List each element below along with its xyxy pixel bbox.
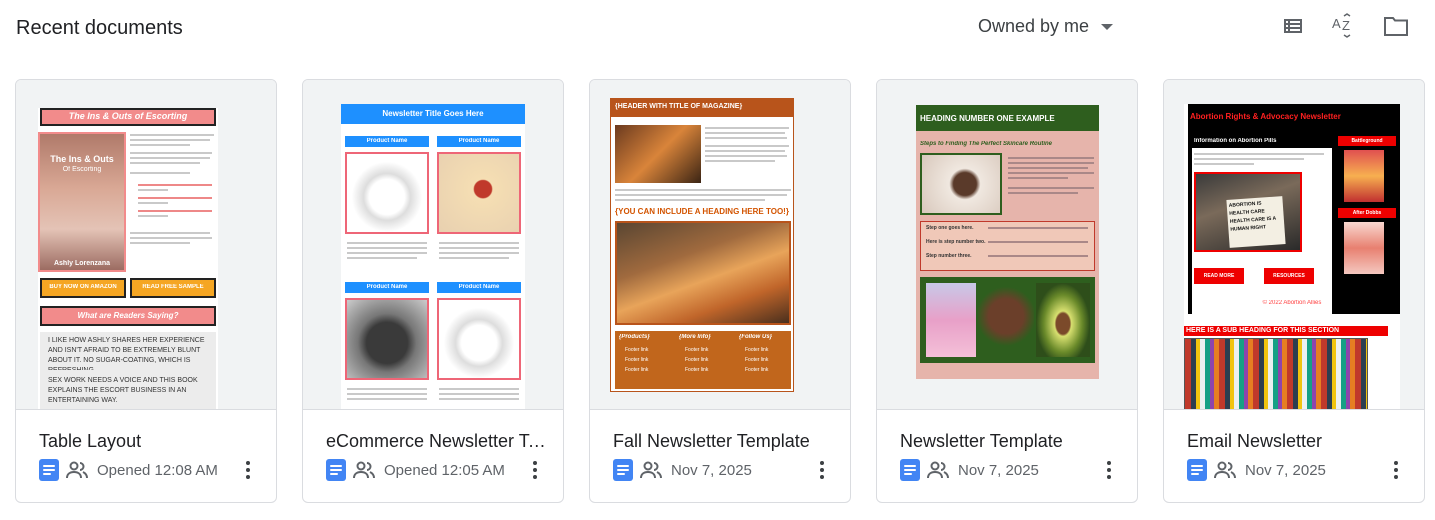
document-thumbnail: Abortion Rights & Advocacy Newsletter In… — [1164, 80, 1424, 410]
document-thumbnail: Newsletter Title Goes Here Product Name … — [303, 80, 563, 410]
thumb-section: What are Readers Saying? — [77, 311, 179, 320]
svg-text:Z: Z — [1342, 18, 1350, 33]
thumb-side-heading: Battleground — [1351, 138, 1383, 144]
document-title: eCommerce Newsletter Template — [326, 431, 554, 451]
more-vert-icon — [1107, 461, 1111, 465]
document-thumbnail: {HEADER WITH TITLE OF MAGAZINE} {YOU CAN… — [590, 80, 850, 410]
more-vert-icon — [533, 461, 537, 465]
thumb-step: Step one goes here. — [926, 225, 974, 231]
thumb-button-1: READ MORE — [1203, 273, 1235, 279]
google-docs-icon — [900, 459, 920, 481]
thumb-title: The Ins & Outs of Escorting — [68, 111, 188, 121]
thumb-footer-link: Footer link — [685, 357, 709, 363]
thumb-button-1: BUY NOW ON AMAZON — [49, 284, 117, 290]
shared-people-icon — [640, 461, 662, 479]
document-title: Fall Newsletter Template — [613, 431, 810, 451]
more-options-button[interactable] — [810, 458, 834, 482]
document-thumbnail: The Ins & Outs of Escorting The Ins & Ou… — [16, 80, 276, 410]
folder-icon — [1384, 17, 1408, 36]
thumb-title: HEADING NUMBER ONE EXAMPLE — [920, 114, 1055, 123]
dropdown-arrow-icon — [1101, 24, 1114, 30]
list-view-button[interactable] — [1279, 12, 1307, 40]
thumb-subheading: {YOU CAN INCLUDE A HEADING HERE TOO!} — [615, 207, 789, 216]
thumb-subheading: HERE IS A SUB HEADING FOR THIS SECTION — [1186, 327, 1340, 334]
owner-filter-dropdown[interactable]: Owned by me — [978, 14, 1114, 38]
thumb-button-2: RESOURCES — [1273, 273, 1305, 279]
list-view-icon — [1284, 19, 1302, 33]
google-docs-icon — [1187, 459, 1207, 481]
google-docs-icon — [39, 459, 59, 481]
thumb-footer-link: Footer link — [625, 347, 649, 353]
thumb-title: Newsletter Title Goes Here — [382, 109, 484, 118]
thumb-side-heading: After Dobbs — [1352, 210, 1382, 216]
thumb-product-label: Product Name — [366, 284, 408, 290]
more-options-button[interactable] — [1097, 458, 1121, 482]
thumb-sign-text: ABORTION IS HEALTH CARE HEALTH CARE IS A… — [1226, 196, 1286, 248]
thumb-footer-link: Footer link — [625, 367, 649, 373]
document-title: Newsletter Template — [900, 431, 1063, 451]
thumb-footer-link: Footer link — [745, 357, 769, 363]
document-card[interactable]: Newsletter Title Goes Here Product Name … — [302, 79, 564, 503]
thumb-footer-col: {More Info} — [679, 334, 711, 340]
thumb-product-label: Product Name — [458, 284, 500, 290]
document-date: Nov 7, 2025 — [671, 461, 752, 479]
google-docs-icon — [613, 459, 633, 481]
sort-az-icon: A Z — [1332, 13, 1351, 38]
document-title: Table Layout — [39, 431, 142, 451]
document-thumbnail: HEADING NUMBER ONE EXAMPLE Steps to Find… — [877, 80, 1137, 410]
document-opened-time: Opened 12:05 AM — [384, 461, 505, 479]
document-opened-time: Opened 12:08 AM — [97, 461, 218, 479]
thumb-book-title: The Ins & Outs — [50, 154, 114, 164]
thumb-footer-link: Footer link — [685, 347, 709, 353]
document-card[interactable]: {HEADER WITH TITLE OF MAGAZINE} {YOU CAN… — [589, 79, 851, 503]
document-title: Email Newsletter — [1187, 431, 1323, 451]
folder-button[interactable] — [1382, 12, 1410, 40]
svg-text:A: A — [1332, 16, 1341, 31]
thumb-title: {HEADER WITH TITLE OF MAGAZINE} — [615, 103, 743, 110]
thumb-step: Step number three. — [926, 253, 972, 259]
thumb-footer-col: {Follow Us} — [739, 334, 773, 340]
thumb-footer-link: Footer link — [685, 367, 709, 373]
document-card[interactable]: The Ins & Outs of Escorting The Ins & Ou… — [15, 79, 277, 503]
thumb-quote-2: SEX WORK NEEDS A VOICE AND THIS BOOK EXP… — [48, 377, 198, 404]
owner-filter-label: Owned by me — [978, 15, 1090, 36]
thumb-footer-link: Footer link — [745, 347, 769, 353]
thumb-subheading: Steps to Finding The Perfect Skincare Ro… — [920, 141, 1053, 147]
more-options-button[interactable] — [236, 458, 260, 482]
more-vert-icon — [246, 461, 250, 465]
thumb-copyright: © 2022 Abortion Allies — [1262, 300, 1322, 306]
thumb-author: Ashly Lorenzana — [53, 260, 110, 267]
more-options-button[interactable] — [523, 458, 547, 482]
shared-people-icon — [927, 461, 949, 479]
more-vert-icon — [1394, 461, 1398, 465]
document-date: Nov 7, 2025 — [958, 461, 1039, 479]
thumb-button-2: READ FREE SAMPLE — [142, 284, 204, 290]
page-title: Recent documents — [16, 17, 183, 39]
google-docs-icon — [326, 459, 346, 481]
thumb-footer-col: {Products} — [619, 334, 650, 340]
sort-button[interactable]: A Z — [1330, 12, 1358, 40]
shared-people-icon — [66, 461, 88, 479]
thumb-quote-1: I LIKE HOW ASHLY SHARES HER EXPERIENCE A… — [48, 337, 205, 370]
thumb-footer-link: Footer link — [745, 367, 769, 373]
document-card[interactable]: Abortion Rights & Advocacy Newsletter In… — [1163, 79, 1425, 503]
thumb-product-label: Product Name — [458, 138, 500, 144]
shared-people-icon — [1214, 461, 1236, 479]
thumb-title: Abortion Rights & Advocacy Newsletter — [1190, 112, 1341, 121]
shared-people-icon — [353, 461, 375, 479]
more-options-button[interactable] — [1384, 458, 1408, 482]
thumb-footer-link: Footer link — [625, 357, 649, 363]
document-card[interactable]: HEADING NUMBER ONE EXAMPLE Steps to Find… — [876, 79, 1138, 503]
thumb-step: Here is step number two. — [926, 239, 986, 245]
thumb-section: Information on Abortion Pills — [1194, 138, 1277, 144]
more-vert-icon — [820, 461, 824, 465]
thumb-book-subtitle: Of Escorting — [62, 166, 102, 173]
thumb-product-label: Product Name — [366, 138, 408, 144]
document-date: Nov 7, 2025 — [1245, 461, 1326, 479]
